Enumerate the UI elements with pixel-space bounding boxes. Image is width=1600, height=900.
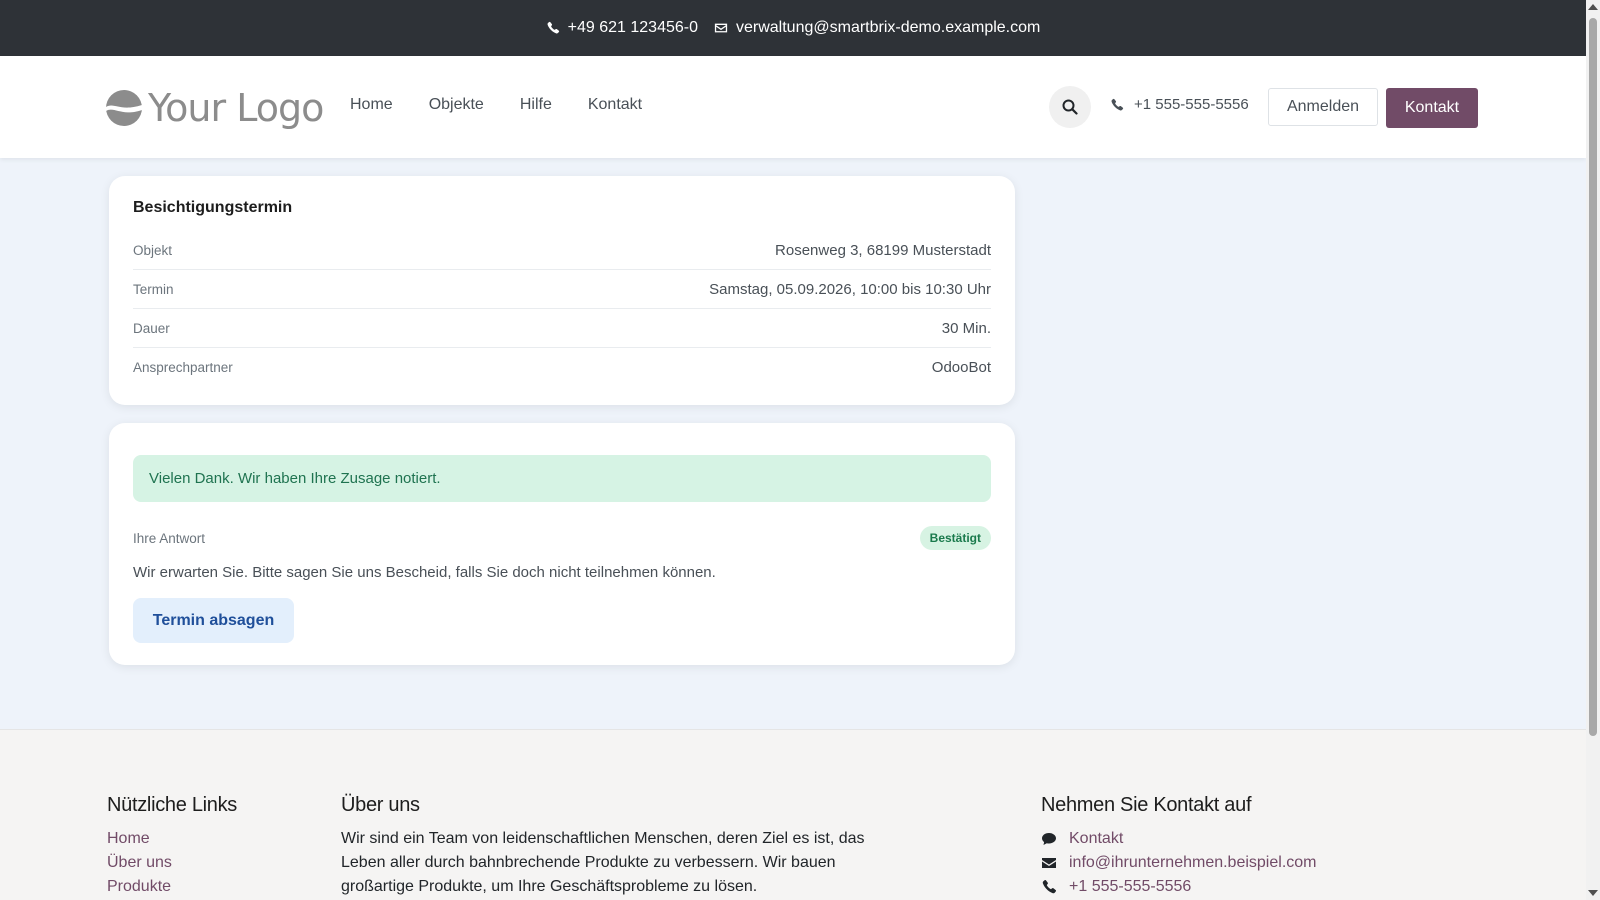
search-icon	[1062, 99, 1078, 115]
detail-row-objekt: Objekt Rosenweg 3, 68199 Musterstadt	[133, 231, 991, 270]
detail-row-dauer: Dauer 30 Min.	[133, 309, 991, 348]
detail-label: Ansprechpartner	[133, 360, 233, 375]
footer-contact-text: info@ihrunternehmen.beispiel.com	[1069, 854, 1317, 871]
footer-link-home[interactable]: Home	[107, 827, 237, 851]
footer-about-title: Über uns	[341, 794, 420, 816]
detail-value: OdooBot	[931, 359, 991, 376]
footer-contact-item[interactable]: info@ihrunternehmen.beispiel.com	[1041, 851, 1316, 875]
detail-value: Rosenweg 3, 68199 Musterstadt	[775, 241, 991, 259]
phone-icon	[1111, 98, 1124, 110]
success-alert: Vielen Dank. Wir haben Ihre Zusage notie…	[133, 455, 991, 502]
nav-home[interactable]: Home	[350, 96, 393, 114]
footer-contact-title: Nehmen Sie Kontakt auf	[1041, 794, 1252, 816]
footer-links-column: Nützliche Links Home Über uns Produkte	[107, 794, 237, 899]
nav-hilfe[interactable]: Hilfe	[520, 96, 552, 114]
response-card: Vielen Dank. Wir haben Ihre Zusage notie…	[109, 423, 1015, 665]
answer-row: Ihre Antwort Bestätigt	[133, 526, 991, 550]
cancel-appointment-button[interactable]: Termin absagen	[133, 598, 294, 643]
topbar-email-text: verwaltung@smartbrix-demo.example.com	[736, 19, 1041, 36]
detail-value: Samstag, 05.09.2026, 10:00 bis 10:30 Uhr	[709, 280, 991, 298]
site-footer: Nützliche Links Home Über uns Produkte Ü…	[0, 729, 1586, 900]
detail-value: 30 Min.	[941, 319, 991, 337]
search-button[interactable]	[1049, 86, 1091, 128]
top-contact-bar: +49 621 123456-0 verwaltung@smartbrix-de…	[0, 0, 1586, 56]
header-phone[interactable]: +1 555-555-5556	[1110, 96, 1249, 113]
contact-button[interactable]: Kontakt	[1386, 88, 1478, 128]
topbar-phone[interactable]: +49 621 123456-0	[546, 19, 698, 37]
footer-link-products[interactable]: Produkte	[107, 875, 237, 899]
footer-contact-text: Kontakt	[1069, 830, 1124, 847]
logo-icon	[106, 90, 142, 126]
answer-text: Wir erwarten Sie. Bitte sagen Sie uns Be…	[133, 564, 716, 581]
footer-contact-item[interactable]: +1 555-555-5556	[1041, 875, 1316, 899]
footer-links-title: Nützliche Links	[107, 794, 238, 816]
site-header: Your Logo Home Objekte Hilfe Kontakt +1 …	[0, 56, 1586, 158]
scroll-down-arrow[interactable]	[1588, 890, 1598, 896]
phone-icon	[547, 21, 559, 34]
footer-contact-text: +1 555-555-5556	[1069, 878, 1192, 895]
scroll-thumb[interactable]	[1589, 18, 1597, 736]
logo-text: Your Logo	[148, 86, 324, 130]
footer-contact-item[interactable]: Kontakt	[1041, 827, 1316, 851]
envelope-icon	[714, 23, 728, 33]
topbar-phone-text: +49 621 123456-0	[567, 19, 698, 36]
main-nav: Home Objekte Hilfe Kontakt	[350, 96, 642, 114]
detail-label: Dauer	[133, 320, 170, 336]
answer-label: Ihre Antwort	[133, 530, 206, 546]
comment-icon	[1042, 833, 1056, 845]
footer-about-text: Wir sind ein Team von leidenschaftlichen…	[341, 830, 865, 895]
appointment-title: Besichtigungstermin	[133, 199, 293, 216]
footer-link-about[interactable]: Über uns	[107, 851, 237, 875]
detail-row-termin: Termin Samstag, 05.09.2026, 10:00 bis 10…	[133, 270, 991, 309]
detail-label: Objekt	[133, 242, 173, 258]
footer-about-column: Über uns Wir sind ein Team von leidensch…	[341, 794, 881, 899]
login-button[interactable]: Anmelden	[1268, 88, 1378, 126]
status-badge: Bestätigt	[919, 526, 991, 550]
nav-kontakt[interactable]: Kontakt	[588, 96, 642, 114]
header-phone-text: +1 555-555-5556	[1134, 96, 1249, 113]
logo[interactable]: Your Logo	[106, 86, 324, 130]
detail-label: Termin	[133, 281, 174, 297]
topbar-email[interactable]: verwaltung@smartbrix-demo.example.com	[714, 19, 1040, 37]
scroll-up-arrow[interactable]	[1588, 4, 1598, 10]
nav-objekte[interactable]: Objekte	[429, 96, 484, 114]
detail-row-ansprechpartner: Ansprechpartner OdooBot	[133, 348, 991, 387]
page-scrollbar[interactable]	[1586, 0, 1600, 900]
phone-icon	[1042, 879, 1057, 894]
appointment-card: Besichtigungstermin Objekt Rosenweg 3, 6…	[109, 176, 1015, 405]
envelope-icon	[1042, 858, 1056, 868]
footer-contact-column: Nehmen Sie Kontakt auf Kontakt info@ihru…	[1041, 794, 1316, 899]
